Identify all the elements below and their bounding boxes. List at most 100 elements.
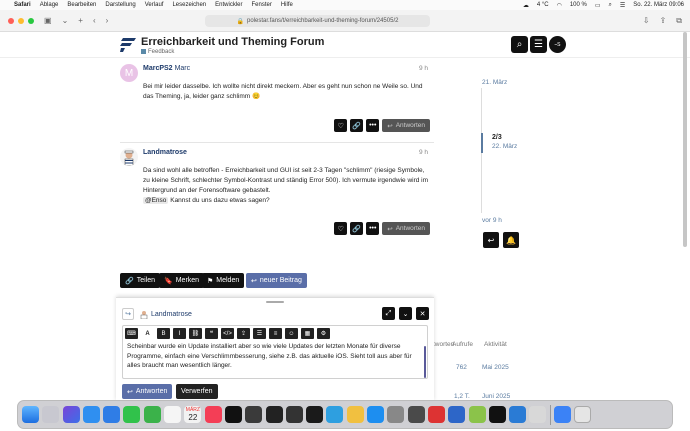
wifi-icon[interactable]: ◠ (557, 2, 562, 9)
avatar[interactable] (120, 148, 138, 166)
chart-app-icon[interactable] (326, 406, 344, 423)
avatar[interactable]: M (120, 64, 138, 82)
terminal-icon[interactable] (488, 406, 506, 423)
menu-hilfe[interactable]: Hilfe (281, 2, 293, 8)
reply-target[interactable]: Landmatrose (140, 310, 192, 319)
menu-ablage[interactable]: Ablage (40, 2, 59, 8)
launchpad-icon[interactable] (42, 406, 60, 423)
post-time[interactable]: 9 h (419, 149, 428, 156)
menu-bearbeiten[interactable]: Bearbeiten (67, 2, 96, 8)
code-button[interactable]: </> (221, 328, 234, 339)
bitwarden-icon[interactable] (427, 406, 445, 423)
copy-link-button[interactable]: 🔗 (350, 222, 364, 235)
messages-icon[interactable] (123, 406, 141, 423)
timeline-back-button[interactable]: ↩ (483, 232, 499, 248)
logic-icon[interactable] (265, 406, 283, 423)
notification-button[interactable]: 🔔 (503, 232, 519, 248)
clock[interactable]: So. 22. März 09:06 (633, 2, 684, 8)
close-window-button[interactable] (8, 17, 14, 24)
temperature[interactable]: 4 °C (537, 2, 549, 8)
more-button[interactable]: ••• (366, 222, 380, 235)
quote-button[interactable]: ❝ (205, 328, 218, 339)
pages-icon[interactable] (346, 406, 364, 423)
bold-button[interactable]: B (157, 328, 170, 339)
copy-link-button[interactable]: 🔗 (350, 119, 364, 132)
download-icon[interactable]: ⇩ (643, 16, 650, 26)
sidebar-icon[interactable]: ▣ (44, 16, 52, 25)
app-store-icon[interactable] (367, 406, 385, 423)
bookmark-button[interactable]: 🔖 Merken (159, 273, 205, 288)
battery-text[interactable]: 100 % (570, 2, 587, 8)
minimize-window-button[interactable] (18, 17, 24, 24)
composer-editor[interactable]: ⌨ A B I ⛓ ❝ </> ⇪ ☰ ≡ ☺ ▦ ⚙ Scheinbar wu… (122, 325, 428, 379)
minimize-composer-button[interactable]: ⌄ (399, 307, 412, 320)
close-composer-button[interactable]: ✕ (416, 307, 429, 320)
safari-icon[interactable] (82, 406, 100, 423)
fullscreen-button[interactable]: ⤢ (382, 307, 395, 320)
menu-button[interactable]: ☰ (530, 36, 547, 53)
tv-icon[interactable] (224, 406, 242, 423)
post-author[interactable]: Landmatrose (143, 149, 187, 156)
new-tab-icon[interactable]: + (78, 16, 83, 25)
forward-icon[interactable]: › (106, 16, 109, 25)
timeline-start-date[interactable]: 21. März (482, 79, 507, 86)
menu-app[interactable]: Safari (14, 2, 31, 8)
user-avatar[interactable]: ⎯S (549, 36, 566, 53)
composer-textarea[interactable]: Scheinbar wurde ein Update installiert a… (127, 342, 417, 371)
menu-darstellung[interactable]: Darstellung (105, 2, 135, 8)
bullet-list-button[interactable]: ☰ (253, 328, 266, 339)
control-center-icon[interactable]: ☰ (620, 2, 625, 9)
address-bar[interactable]: 🔒 polestar.fans/t/erreichbarkeit-und-the… (205, 15, 430, 27)
link-button[interactable]: ⛓ (189, 328, 202, 339)
more-button[interactable]: ••• (366, 119, 380, 132)
author-name[interactable]: MarcPS2 (143, 65, 173, 72)
photos-icon[interactable] (164, 406, 182, 423)
music-icon[interactable] (204, 406, 222, 423)
options-button[interactable]: ⚙ (317, 328, 330, 339)
upload-button[interactable]: ⇪ (237, 328, 250, 339)
share-icon[interactable]: ⇪ (660, 16, 667, 26)
battery-icon[interactable]: ▭ (595, 2, 601, 9)
editor-scrollbar[interactable] (424, 346, 426, 378)
trash-icon[interactable] (574, 406, 592, 423)
utility-icon[interactable] (407, 406, 425, 423)
weather-icon[interactable]: ☁ (523, 2, 529, 9)
user-mention[interactable]: @Enso (143, 197, 169, 204)
share-button[interactable]: 🔗 Teilen (120, 273, 161, 288)
page-scrollbar[interactable] (683, 32, 687, 247)
final-cut-icon[interactable] (245, 406, 263, 423)
post-time[interactable]: 9 h (419, 65, 428, 72)
new-post-button[interactable]: ↩ neuer Beitrag (246, 273, 307, 288)
menu-fenster[interactable]: Fenster (252, 2, 272, 8)
back-icon[interactable]: ‹ (93, 16, 96, 25)
flag-button[interactable]: ⚑ Melden (202, 273, 245, 288)
reply-button[interactable]: ↩ Antworten (382, 222, 430, 235)
vpn-icon[interactable] (448, 406, 466, 423)
table-header-views[interactable]: Aufrufe (452, 341, 473, 348)
table-header-activity[interactable]: Aktivität (484, 341, 507, 348)
author-username[interactable]: Marc (175, 65, 191, 72)
preview-icon[interactable] (529, 406, 547, 423)
font-button[interactable]: A (141, 328, 154, 339)
timeline-handle[interactable] (481, 133, 483, 153)
tabs-overview-icon[interactable]: ⧉ (676, 16, 682, 26)
chevron-down-icon[interactable]: ⌄ (62, 16, 69, 25)
search-button[interactable]: ⌕ (511, 36, 528, 53)
menu-entwickler[interactable]: Entwickler (215, 2, 242, 8)
composer-resize-grip[interactable] (266, 301, 284, 303)
date-button[interactable]: ▦ (301, 328, 314, 339)
zoom-window-button[interactable] (28, 17, 34, 24)
reply-action-dropdown[interactable]: ↪ (122, 308, 134, 320)
mail-icon[interactable] (103, 406, 121, 423)
finder-icon[interactable] (22, 406, 39, 423)
compressor-icon[interactable] (285, 406, 303, 423)
search-icon[interactable]: ⌕ (609, 2, 612, 9)
like-button[interactable]: ♡ (334, 222, 348, 235)
maps-icon[interactable] (143, 406, 161, 423)
menu-verlauf[interactable]: Verlauf (145, 2, 164, 8)
menu-lesezeichen[interactable]: Lesezeichen (172, 2, 206, 8)
timeline-end-date[interactable]: vor 9 h (482, 217, 502, 224)
numbered-list-button[interactable]: ≡ (269, 328, 282, 339)
reply-button[interactable]: ↩ Antworten (382, 119, 430, 132)
table-cell-activity[interactable]: Mai 2025 (482, 364, 509, 371)
